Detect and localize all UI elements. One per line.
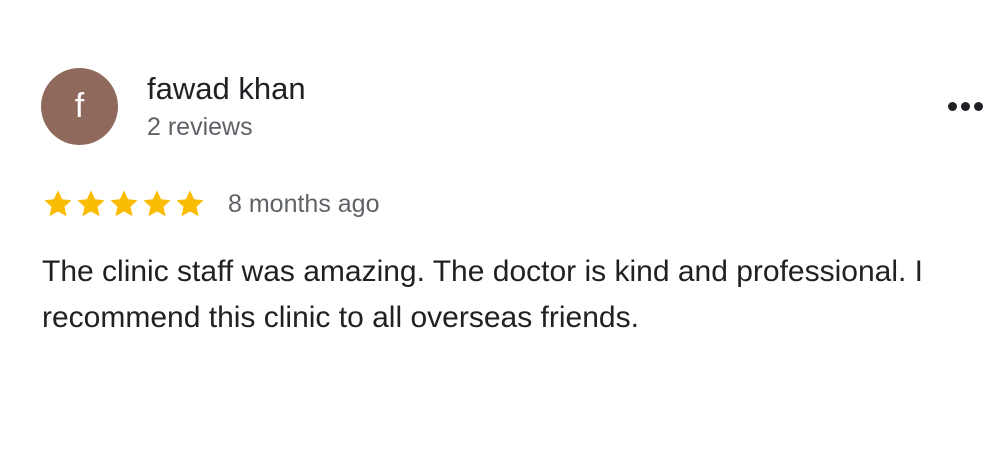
more-options-button[interactable] — [942, 92, 988, 120]
review-count[interactable]: 2 reviews — [147, 111, 253, 143]
review-card: f fawad khan 2 reviews 8 months ago The … — [0, 0, 1000, 464]
review-date: 8 months ago — [228, 190, 380, 218]
star-icon — [44, 190, 72, 217]
star-rating — [42, 188, 206, 220]
avatar[interactable]: f — [41, 68, 118, 145]
review-text: The clinic staff was amazing. The doctor… — [42, 255, 924, 334]
star-icon — [176, 190, 204, 217]
more-dot-icon — [973, 101, 983, 111]
star-icon — [143, 190, 171, 217]
star-icon — [110, 190, 138, 217]
more-dot-icon — [947, 101, 957, 111]
star-icon — [77, 190, 105, 217]
reviewer-name[interactable]: fawad khan — [147, 70, 306, 108]
more-dot-icon — [960, 101, 970, 111]
